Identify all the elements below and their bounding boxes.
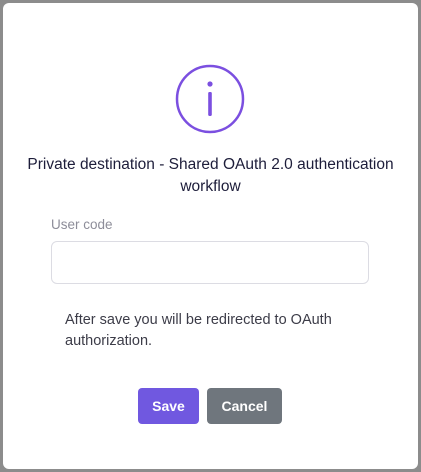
user-code-label: User code: [51, 217, 113, 232]
dialog: Private destination - Shared OAuth 2.0 a…: [3, 3, 418, 469]
dialog-title: Private destination - Shared OAuth 2.0 a…: [27, 156, 394, 195]
modal-backdrop: Private destination - Shared OAuth 2.0 a…: [0, 0, 421, 472]
user-code-input[interactable]: [51, 241, 369, 284]
redirect-note: After save you will be redirected to OAu…: [65, 312, 332, 349]
cancel-button[interactable]: Cancel: [207, 388, 282, 424]
save-button[interactable]: Save: [138, 388, 199, 424]
info-icon: [175, 64, 245, 134]
